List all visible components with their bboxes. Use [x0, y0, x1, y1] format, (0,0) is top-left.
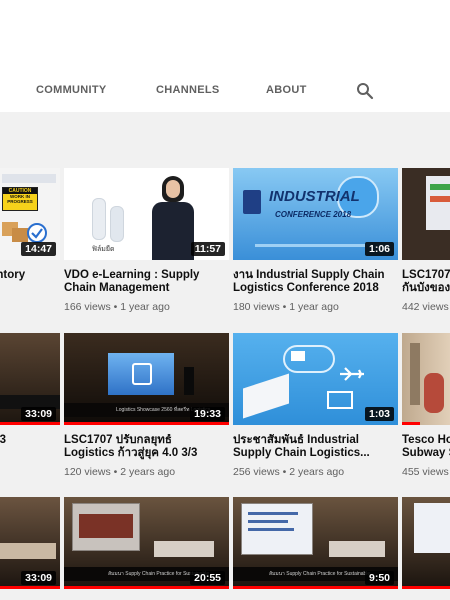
video-duration: 14:47: [21, 242, 56, 256]
video-card[interactable]: 33:09: [0, 497, 60, 600]
watch-progress: [0, 422, 60, 425]
video-card[interactable]: Logistics Showcase 2560 ที่สตรีท Logisti…: [64, 333, 229, 483]
video-meta: 120 views • 2 years ago: [64, 466, 176, 478]
video-meta: 455 views: [402, 466, 449, 478]
video-card[interactable]: [402, 497, 450, 600]
video-meta: 166 views • 1 year ago: [64, 301, 170, 313]
video-thumbnail[interactable]: INDUSTRIAL CONFERENCE 2018 1:06: [233, 168, 398, 260]
content-spacer: [0, 112, 450, 166]
video-thumbnail[interactable]: 33:09: [0, 333, 60, 425]
channel-header: COMMUNITY CHANNELS ABOUT: [0, 0, 450, 112]
video-title[interactable]: ประชาสัมพันธ์ Industrial Supply Chain Log…: [233, 434, 398, 460]
video-title[interactable]: Tesco HoSubway S: [402, 434, 450, 460]
video-title[interactable]: 1/3: [0, 434, 60, 447]
video-card[interactable]: ฟิล์มยืด 11:57 VDO e-Learning : Supply Ch…: [64, 168, 229, 318]
video-title[interactable]: งาน Industrial Supply Chain Logistics Con…: [233, 269, 398, 295]
video-title[interactable]: VDO e-Learning : Supply Chain Management: [64, 269, 229, 295]
video-thumbnail[interactable]: Logistics Showcase 2560 ที่สตรีท Logisti…: [64, 333, 229, 425]
video-duration: 9:50: [364, 571, 394, 585]
video-duration: 1:06: [364, 242, 394, 256]
laptop-graphic: [327, 391, 353, 409]
tab-community[interactable]: COMMUNITY: [36, 84, 107, 96]
search-icon[interactable]: [356, 82, 374, 100]
video-thumbnail[interactable]: 1:03: [233, 333, 398, 425]
presenter-body: [152, 202, 194, 260]
video-meta: 442 views: [402, 301, 449, 313]
video-title[interactable]: LSC1707 ปรับกลยุทธ์ Logistics ก้าวสู่ยุค …: [64, 434, 229, 460]
video-meta: 256 views • 2 years ago: [233, 466, 345, 478]
video-card[interactable]: สัมมนา Supply Chain Practice for Sustain…: [233, 497, 398, 600]
video-duration: 1:03: [364, 407, 394, 421]
video-title[interactable]: LSC1707 กันบังของ: [402, 269, 450, 295]
video-thumbnail[interactable]: ฟิล์มยืด 11:57: [64, 168, 229, 260]
watch-progress: [402, 422, 420, 425]
tab-about[interactable]: ABOUT: [266, 84, 307, 96]
video-card[interactable]: INDUSTRIAL CONFERENCE 2018 1:06 งาน Indu…: [233, 168, 398, 318]
video-meta: 180 views • 1 year ago: [233, 301, 339, 313]
video-title[interactable]: entory: [0, 269, 60, 282]
video-duration: 19:33: [190, 407, 225, 421]
projector-screen: [241, 503, 313, 555]
watch-progress: [233, 586, 398, 589]
watch-progress: [64, 422, 229, 425]
video-card[interactable]: สัมมนา Supply Chain Practice for Sustain…: [64, 497, 229, 600]
check-icon: [27, 223, 47, 243]
caution-sign: CAUTION WORK IN PROGRESS: [2, 187, 38, 211]
video-duration: 11:57: [190, 242, 225, 256]
video-thumbnail[interactable]: [402, 333, 450, 425]
video-thumbnail[interactable]: [402, 497, 450, 589]
video-thumbnail[interactable]: CAUTION WORK IN PROGRESS 14:47: [0, 168, 60, 260]
watch-progress: [402, 586, 450, 589]
video-duration: 33:09: [21, 407, 56, 421]
video-duration: 33:09: [21, 571, 56, 585]
video-thumbnail[interactable]: สัมมนา Supply Chain Practice for Sustain…: [233, 497, 398, 589]
watch-progress: [64, 586, 229, 589]
video-thumbnail[interactable]: [402, 168, 450, 260]
video-card[interactable]: 33:09 1/3: [0, 333, 60, 483]
projector-screen: [72, 503, 140, 551]
video-card[interactable]: LSC1707 กันบังของ 442 views: [402, 168, 450, 318]
video-thumbnail[interactable]: 33:09: [0, 497, 60, 589]
video-thumbnail[interactable]: สัมมนา Supply Chain Practice for Sustain…: [64, 497, 229, 589]
watch-progress: [0, 586, 60, 589]
video-card[interactable]: Tesco HoSubway S 455 views: [402, 333, 450, 483]
plane-icon: [340, 367, 364, 381]
presenter-face: [166, 180, 180, 198]
video-card[interactable]: 1:03 ประชาสัมพันธ์ Industrial Supply Chai…: [233, 333, 398, 483]
tab-channels[interactable]: CHANNELS: [156, 84, 220, 96]
video-card[interactable]: CAUTION WORK IN PROGRESS 14:47 entory: [0, 168, 60, 318]
video-duration: 20:55: [190, 571, 225, 585]
